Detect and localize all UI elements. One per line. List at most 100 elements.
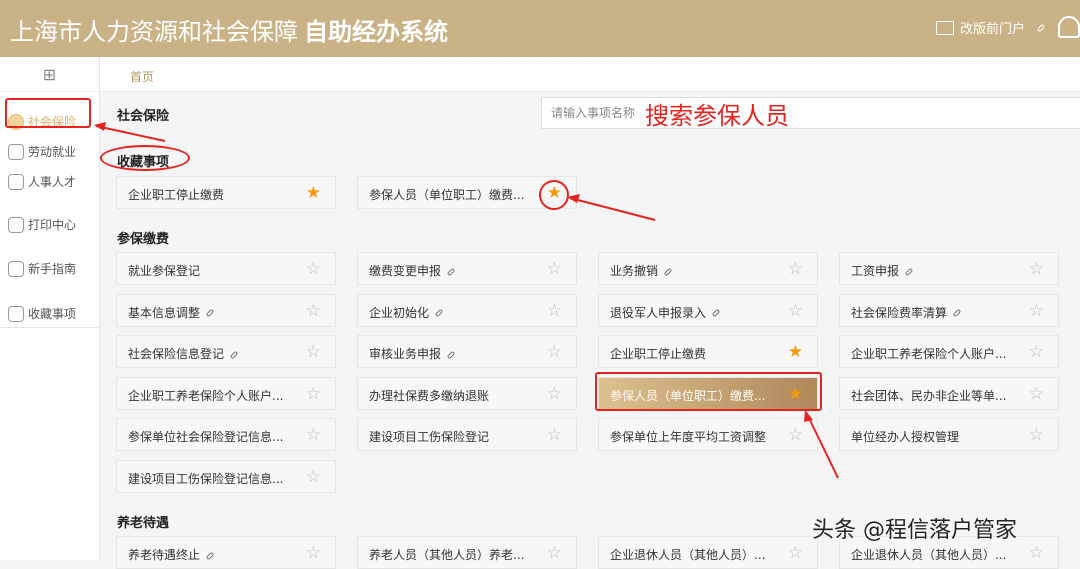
- service-name: 参保单位上年度平均工资调整: [610, 430, 767, 445]
- search-box[interactable]: [541, 97, 1080, 129]
- star-outline-icon[interactable]: ☆: [1029, 425, 1044, 445]
- sidebar-item-4[interactable]: 新手指南: [8, 260, 76, 277]
- star-outline-icon[interactable]: ☆: [306, 425, 321, 445]
- service-card[interactable]: 建设项目工伤保险登记信息... ☆: [116, 460, 336, 493]
- bell-icon[interactable]: [1058, 16, 1080, 38]
- service-label: 企业退休人员（其他人员）...: [610, 546, 765, 563]
- service-name: 参保单位社会保险登记信息...: [128, 430, 284, 445]
- service-card[interactable]: 企业初始化 ☆: [357, 293, 577, 327]
- service-card[interactable]: 社会保险信息登记 ☆: [116, 335, 336, 369]
- sidebar-icon: [8, 173, 24, 190]
- link-icon: [904, 267, 914, 276]
- service-card[interactable]: 社会团体、民办非企业等单... ☆: [839, 376, 1059, 410]
- service-label: 社会保险信息登记: [128, 345, 239, 362]
- star-outline-icon[interactable]: ☆: [1029, 259, 1044, 279]
- sidebar-item-1[interactable]: 劳动就业: [8, 143, 76, 160]
- sidebar: ⊞ 社会保险 劳动就业 人事人才 打印中心 新手指南 收藏事项: [0, 57, 100, 560]
- service-label: 企业初始化: [369, 304, 444, 321]
- service-label: 养老待遇终止: [128, 546, 215, 563]
- star-outline-icon[interactable]: ☆: [547, 342, 562, 362]
- section-title-pension: 养老待遇: [117, 516, 170, 531]
- sidebar-item-3[interactable]: 打印中心: [8, 216, 76, 233]
- link-icon: [952, 308, 962, 318]
- sidebar-item-2[interactable]: 人事人才: [8, 173, 76, 190]
- service-label: 企业职工停止缴费: [610, 345, 706, 362]
- link-icon: [434, 308, 444, 318]
- star-filled-icon[interactable]: ★: [306, 183, 321, 203]
- service-name: 参保人员（单位职工）缴费...: [369, 188, 525, 202]
- star-outline-icon[interactable]: ☆: [788, 425, 803, 445]
- service-card[interactable]: 养老待遇终止 ☆: [116, 536, 336, 569]
- sidebar-item-label: 打印中心: [28, 218, 77, 232]
- service-card[interactable]: 单位经办人授权管理 ☆: [839, 418, 1059, 452]
- service-card[interactable]: 企业职工停止缴费 ★: [116, 176, 336, 209]
- sidebar-divider: [0, 327, 100, 328]
- link-icon: [1036, 23, 1046, 32]
- service-label: 建设项目工伤保险登记信息...: [128, 470, 283, 487]
- section-title-contribution: 参保缴费: [117, 232, 170, 247]
- service-label: 业务撤销: [610, 262, 673, 279]
- star-outline-icon[interactable]: ☆: [306, 543, 321, 563]
- star-outline-icon[interactable]: ☆: [1029, 342, 1044, 362]
- service-card[interactable]: 基本信息调整 ☆: [116, 293, 336, 327]
- service-name: 建设项目工伤保险登记信息...: [128, 472, 284, 486]
- star-outline-icon[interactable]: ☆: [547, 543, 562, 563]
- sidebar-item-5[interactable]: 收藏事项: [8, 305, 76, 322]
- service-card[interactable]: 社会保险费率清算 ☆: [839, 293, 1059, 327]
- apps-grid-icon[interactable]: ⊞: [0, 57, 99, 92]
- service-label: 社会团体、民办非企业等单...: [851, 387, 1006, 404]
- service-card[interactable]: 就业参保登记 ☆: [116, 252, 336, 285]
- service-name: 办理社保费多缴纳退账: [369, 388, 490, 403]
- service-name: 社会保险费率清算: [851, 305, 948, 320]
- watermark: 头条 @程信落户管家: [812, 518, 1017, 543]
- star-outline-icon[interactable]: ☆: [306, 384, 321, 404]
- star-outline-icon[interactable]: ☆: [1029, 301, 1044, 321]
- service-label: 办理社保费多缴纳退账: [369, 387, 489, 404]
- service-card[interactable]: 工资申报 ☆: [839, 252, 1059, 285]
- star-outline-icon[interactable]: ☆: [1029, 384, 1044, 404]
- service-card[interactable]: 参保单位社会保险登记信息... ☆: [116, 418, 336, 452]
- service-label: 参保单位上年度平均工资调整: [610, 428, 766, 445]
- service-card[interactable]: 参保单位上年度平均工资调整 ☆: [598, 418, 818, 452]
- service-label: 退役军人申报录入: [610, 304, 721, 321]
- star-outline-icon[interactable]: ☆: [306, 467, 321, 487]
- service-card[interactable]: 企业退休人员（其他人员）... ☆: [598, 536, 818, 569]
- star-outline-icon[interactable]: ☆: [547, 384, 562, 404]
- star-outline-icon[interactable]: ☆: [1029, 543, 1044, 563]
- old-portal-link[interactable]: 改版前门户: [936, 18, 1046, 37]
- star-outline-icon[interactable]: ☆: [788, 543, 803, 563]
- link-icon: [711, 308, 721, 318]
- star-outline-icon[interactable]: ☆: [547, 259, 562, 279]
- star-outline-icon[interactable]: ☆: [788, 301, 803, 321]
- star-outline-icon[interactable]: ☆: [306, 301, 321, 321]
- sidebar-icon: [8, 143, 24, 160]
- star-outline-icon[interactable]: ☆: [306, 342, 321, 362]
- breadcrumb-home[interactable]: 首页: [130, 68, 154, 85]
- link-icon: [205, 551, 215, 560]
- title-light: 上海市人力资源和社会保障: [10, 18, 298, 46]
- service-card[interactable]: 业务撤销 ☆: [598, 252, 818, 285]
- star-filled-icon[interactable]: ★: [788, 342, 803, 362]
- service-card[interactable]: 建设项目工伤保险登记 ☆: [357, 418, 577, 452]
- link-icon: [663, 267, 673, 276]
- service-name: 企业初始化: [369, 305, 430, 320]
- service-card[interactable]: 企业职工养老保险个人账户... ☆: [839, 335, 1059, 369]
- service-card[interactable]: 企业职工养老保险个人账户... ☆: [116, 376, 336, 410]
- sidebar-item-label: 新手指南: [28, 262, 77, 276]
- star-outline-icon[interactable]: ☆: [306, 259, 321, 279]
- service-card[interactable]: 企业职工停止缴费 ★: [598, 335, 818, 369]
- service-card[interactable]: 审核业务申报 ☆: [357, 335, 577, 369]
- service-card[interactable]: 退役军人申报录入 ☆: [598, 293, 818, 327]
- link-icon: [229, 350, 239, 359]
- service-card[interactable]: 缴费变更申报 ☆: [357, 252, 577, 285]
- annotation-oval-favorites: [100, 145, 190, 171]
- service-name: 基本信息调整: [128, 305, 201, 320]
- search-input[interactable]: [542, 98, 642, 128]
- service-label: 建设项目工伤保险登记: [369, 428, 489, 445]
- service-card[interactable]: 养老人员（其他人员）养老... ☆: [357, 536, 577, 569]
- star-outline-icon[interactable]: ☆: [547, 425, 562, 445]
- star-outline-icon[interactable]: ☆: [788, 259, 803, 279]
- star-outline-icon[interactable]: ☆: [547, 301, 562, 321]
- service-card[interactable]: 办理社保费多缴纳退账 ☆: [357, 376, 577, 410]
- service-label: 企业职工养老保险个人账户...: [851, 345, 1006, 362]
